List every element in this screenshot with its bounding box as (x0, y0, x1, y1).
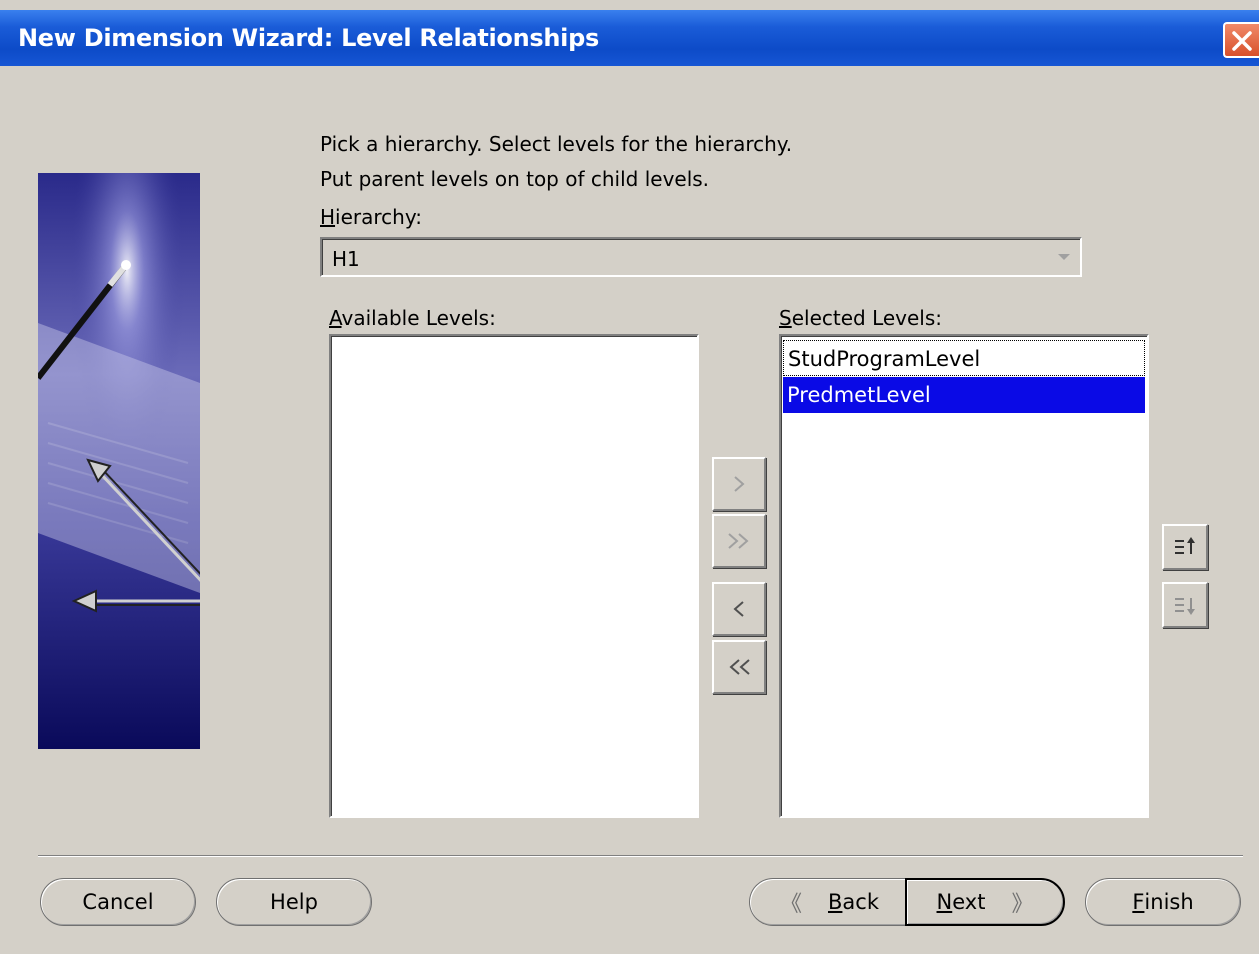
back-label-text: ack (842, 890, 879, 914)
back-arrow-icon: 《 (779, 892, 802, 917)
next-button[interactable]: Next 》 (905, 878, 1065, 926)
finish-button[interactable]: Finish (1085, 878, 1241, 926)
available-levels-list[interactable] (329, 334, 699, 818)
move-down-button[interactable] (1162, 582, 1208, 628)
back-label-mnemonic: B (828, 890, 843, 914)
selected-levels-label-text: elected Levels: (791, 306, 943, 330)
move-all-left-button[interactable] (712, 640, 766, 694)
title-bar: New Dimension Wizard: Level Relationship… (0, 10, 1259, 66)
hierarchy-dropdown[interactable]: H1 (320, 237, 1082, 277)
list-item[interactable]: PredmetLevel (783, 377, 1145, 413)
instruction-line-2: Put parent levels on top of child levels… (320, 167, 710, 191)
chevron-left-icon (733, 601, 744, 617)
hierarchy-label-mnemonic: H (320, 205, 336, 229)
close-icon (1232, 31, 1252, 51)
footer-separator (38, 855, 1243, 857)
move-up-button[interactable] (1162, 524, 1208, 570)
hierarchy-label: Hierarchy: (320, 205, 422, 229)
move-all-right-button[interactable] (712, 514, 766, 568)
hierarchy-dropdown-value: H1 (332, 247, 360, 271)
double-chevron-right-icon (728, 533, 749, 549)
move-up-icon (1175, 537, 1195, 554)
available-levels-label-text: vailable Levels: (341, 306, 496, 330)
next-label-mnemonic: N (936, 890, 953, 914)
window-title: New Dimension Wizard: Level Relationship… (18, 24, 599, 52)
move-left-button[interactable] (712, 582, 766, 636)
wizard-banner-image (38, 173, 200, 749)
list-item[interactable]: StudProgramLevel (783, 340, 1145, 376)
finish-label-text: inish (1144, 890, 1194, 914)
move-down-icon (1175, 598, 1195, 615)
selected-levels-label: Selected Levels: (779, 306, 942, 330)
selected-levels-list[interactable]: StudProgramLevel PredmetLevel (779, 334, 1149, 818)
instruction-line-1: Pick a hierarchy. Select levels for the … (320, 132, 793, 156)
next-label-text: ext (952, 890, 986, 914)
chevron-down-icon[interactable] (1058, 254, 1070, 260)
help-button[interactable]: Help (216, 878, 372, 926)
available-levels-label: Available Levels: (329, 306, 496, 330)
available-levels-label-mnemonic: A (329, 306, 342, 330)
close-button[interactable] (1223, 22, 1259, 58)
back-button[interactable]: 《 Back (749, 878, 909, 926)
move-right-button[interactable] (712, 457, 766, 511)
chevron-right-icon (734, 476, 745, 492)
hierarchy-label-text: ierarchy: (335, 205, 422, 229)
double-chevron-left-icon (729, 659, 750, 675)
finish-label-mnemonic: F (1132, 890, 1145, 914)
next-arrow-icon: 》 (1011, 892, 1034, 917)
selected-levels-label-mnemonic: S (779, 306, 792, 330)
cancel-button[interactable]: Cancel (40, 878, 196, 926)
